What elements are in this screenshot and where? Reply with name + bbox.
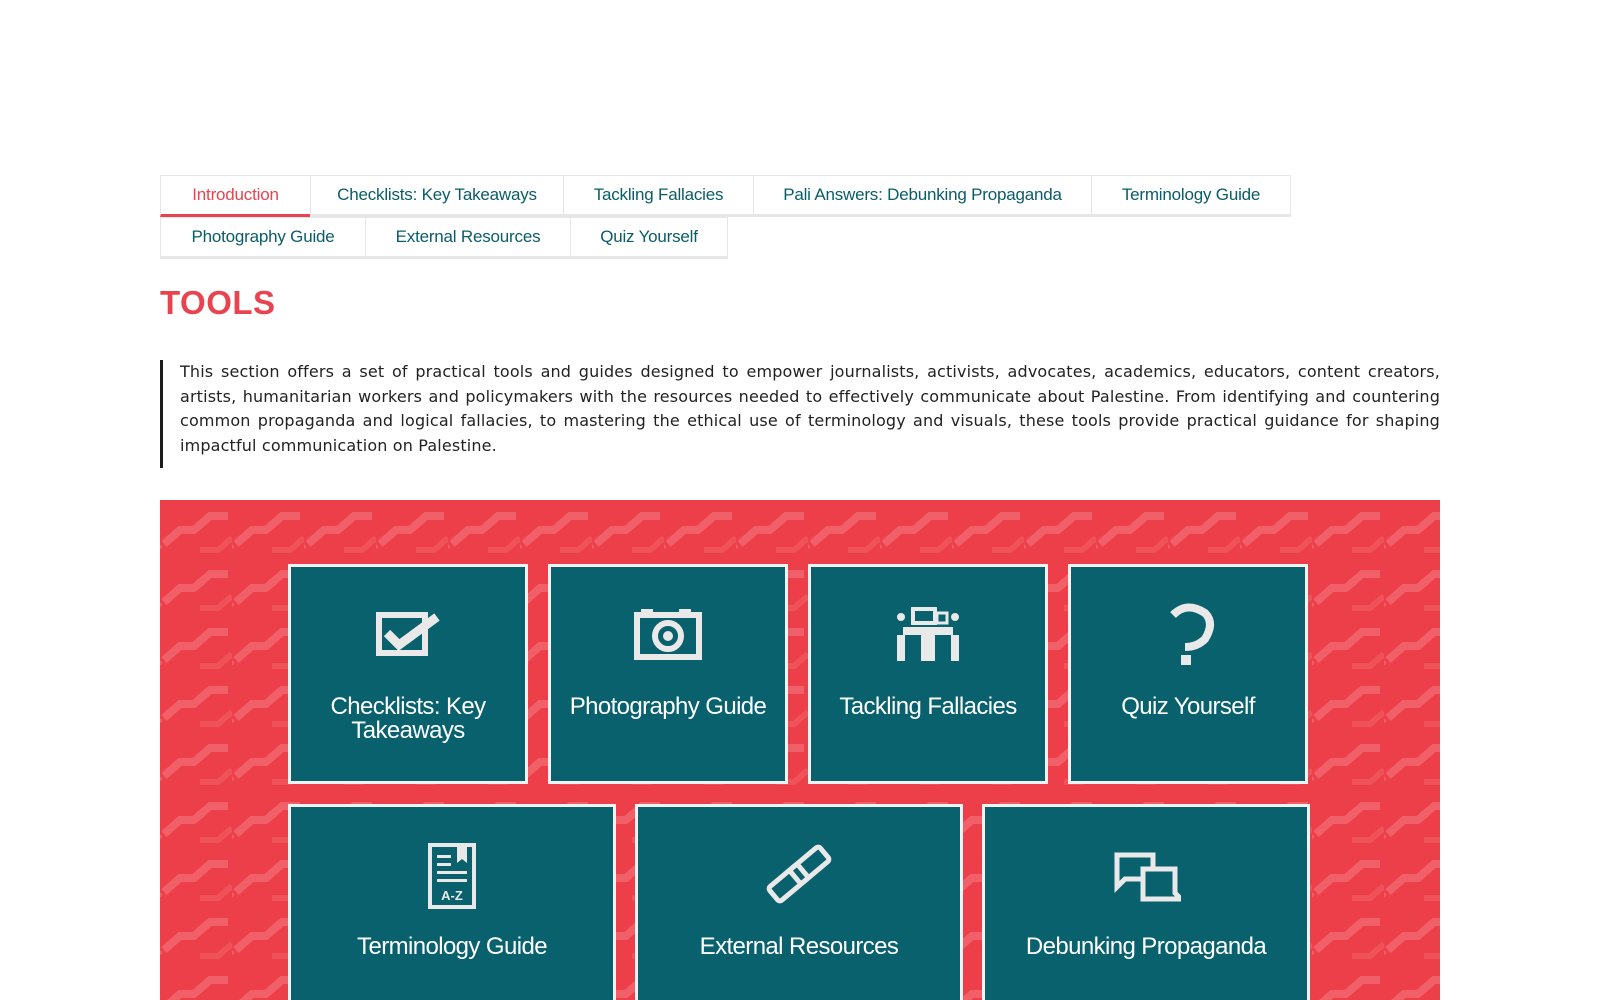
tab-navigation: Introduction Checklists: Key Takeaways T… (160, 175, 1310, 259)
tile-checklists[interactable]: Checklists: Key Takeaways (288, 564, 528, 784)
tile-label-external: External Resources (699, 933, 899, 960)
tab-tackling-fallacies[interactable]: Tackling Fallacies (563, 175, 753, 217)
tile-photography-guide[interactable]: Photography Guide (548, 564, 788, 784)
tab-terminology-guide[interactable]: Terminology Guide (1091, 175, 1291, 217)
tile-label-fallacies: Tackling Fallacies (839, 693, 1017, 720)
tile-label-photography: Photography Guide (569, 693, 767, 720)
checklist-icon (291, 603, 525, 665)
tile-debunking-propaganda[interactable]: Debunking Propaganda (982, 804, 1310, 1000)
tile-label-terminology: Terminology Guide (357, 933, 548, 960)
tab-quiz-yourself[interactable]: Quiz Yourself (570, 217, 728, 259)
glossary-a-z-icon: A-Z (291, 843, 613, 909)
section-title: TOOLS (160, 284, 276, 321)
intro-text: This section offers a set of practical t… (180, 362, 1440, 455)
question-mark-icon (1071, 603, 1305, 665)
tile-label-quiz: Quiz Yourself (1121, 693, 1255, 720)
svg-text:A-Z: A-Z (441, 888, 463, 903)
page: Introduction Checklists: Key Takeaways T… (0, 0, 1600, 1000)
tile-external-resources[interactable]: External Resources (635, 804, 963, 1000)
tools-panel: Checklists: Key Takeaways Photography Gu… (160, 500, 1440, 1000)
chat-bubbles-icon (985, 843, 1307, 905)
camera-icon (551, 603, 785, 665)
tab-pali-answers[interactable]: Pali Answers: Debunking Propaganda (753, 175, 1091, 217)
tab-external-resources[interactable]: External Resources (365, 217, 570, 259)
tile-tackling-fallacies[interactable]: Tackling Fallacies (808, 564, 1048, 784)
tile-label-debunking: Debunking Propaganda (1025, 933, 1267, 960)
podium-icon (811, 603, 1045, 665)
tab-photography-guide[interactable]: Photography Guide (160, 217, 365, 259)
intro-blockquote: This section offers a set of practical t… (160, 360, 1440, 468)
tab-row-2: Photography Guide External Resources Qui… (160, 217, 1310, 259)
tile-label-checklists: Checklists: Key Takeaways (330, 693, 486, 744)
link-icon (638, 843, 960, 905)
tile-terminology-guide[interactable]: A-Z Terminology Guide (288, 804, 616, 1000)
tab-row-1: Introduction Checklists: Key Takeaways T… (160, 175, 1310, 217)
tab-checklists[interactable]: Checklists: Key Takeaways (310, 175, 563, 217)
tile-quiz-yourself[interactable]: Quiz Yourself (1068, 564, 1308, 784)
tab-introduction[interactable]: Introduction (160, 175, 310, 217)
